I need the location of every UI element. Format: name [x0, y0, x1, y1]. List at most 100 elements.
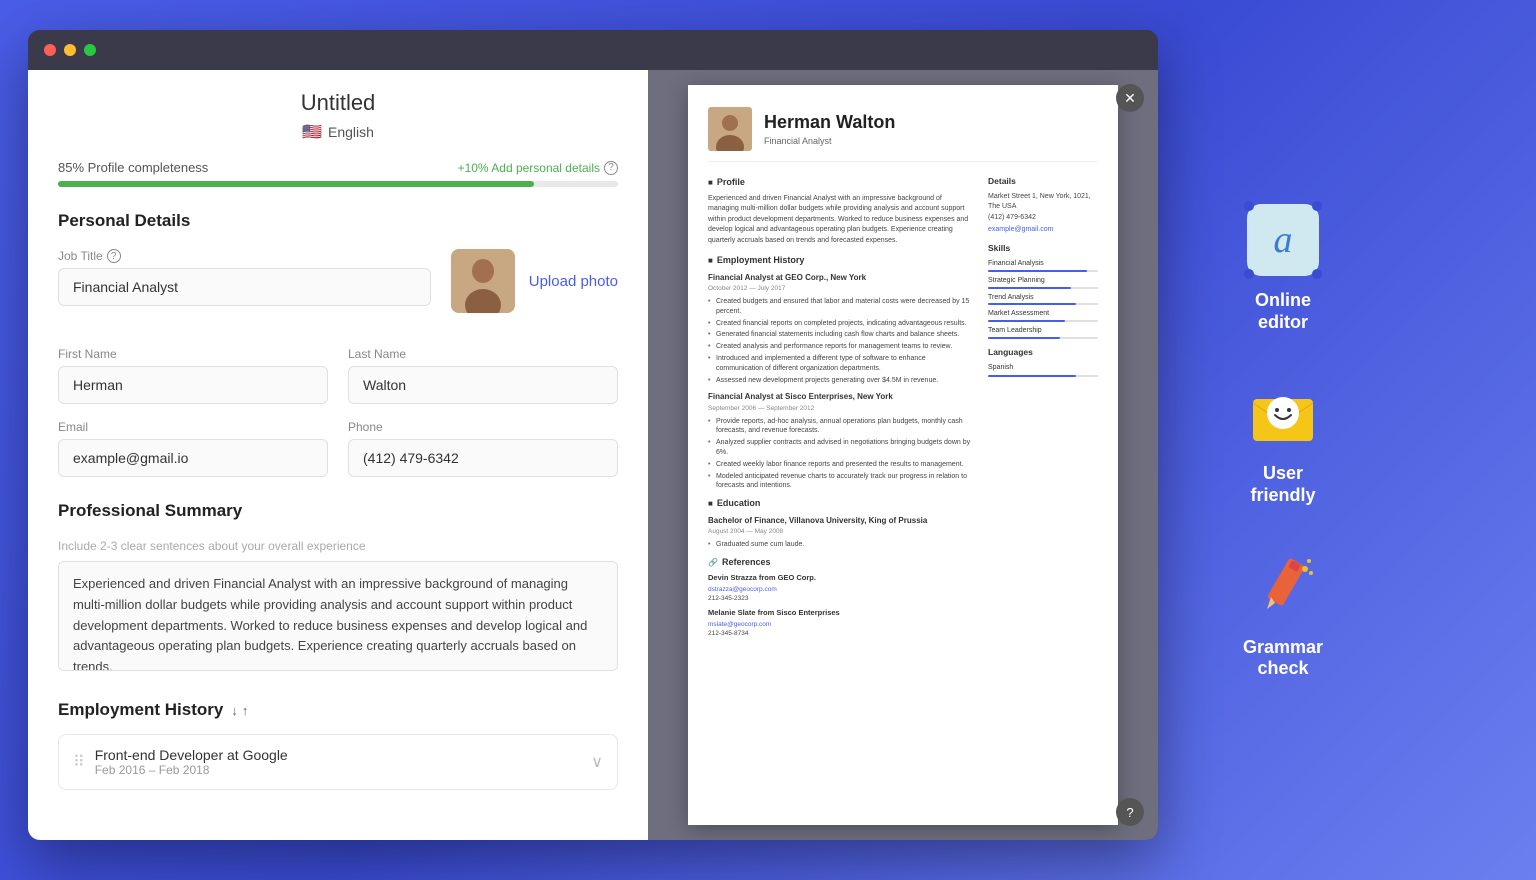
ref2-phone: 212-345-8734 [708, 629, 974, 638]
languages-list: Spanish [988, 363, 1098, 377]
emp-item: ⠿ Front-end Developer at Google Feb 2016… [58, 734, 618, 790]
lang-bar-bg [988, 375, 1098, 377]
skill-name: Strategic Planning [988, 276, 1098, 286]
editor-panel: Untitled 🇺🇸 English 85% Profile complete… [28, 70, 648, 840]
summary-placeholder-label: Include 2-3 clear sentences about your o… [58, 539, 618, 553]
corner-dot-br [1312, 269, 1322, 279]
browser-dot-close[interactable] [44, 44, 56, 56]
emp-item-title: Front-end Developer at Google [95, 747, 288, 763]
progress-bar-fill [58, 181, 534, 187]
resume-preview: Herman Walton Financial Analyst ■ Profil… [688, 85, 1118, 825]
job2-bullet: Provide reports, ad-hoc analysis, annual… [708, 417, 974, 437]
skill-bar-fill [988, 270, 1087, 272]
skill-bar-fill [988, 320, 1065, 322]
job2-bullet: Analyzed supplier contracts and advised … [708, 438, 974, 458]
feature-grammar-check: Grammarcheck [1202, 547, 1364, 680]
skill-name: Financial Analysis [988, 259, 1098, 269]
first-name-group: First Name [58, 347, 328, 404]
job2-title: Financial Analyst at Sisco Enterprises, … [708, 391, 974, 402]
flag-icon: 🇺🇸 [302, 122, 322, 142]
skill-name: Market Assessment [988, 309, 1098, 319]
profile-section-title: ■ Profile [708, 176, 974, 189]
browser-dot-minimize[interactable] [64, 44, 76, 56]
emp-item-date: Feb 2016 – Feb 2018 [95, 763, 288, 777]
ref-icon: 🔗 [708, 557, 718, 568]
close-button[interactable]: ✕ [1116, 84, 1144, 112]
summary-title: Professional Summary [58, 501, 618, 521]
progress-row: 85% Profile completeness +10% Add person… [58, 160, 618, 175]
job1-bullet: Introduced and implemented a different t… [708, 354, 974, 374]
personal-details-title: Personal Details [58, 211, 618, 231]
job1-bullets: Created budgets and ensured that labor a… [708, 297, 974, 385]
job2-bullet: Modeled anticipated revenue charts to ac… [708, 472, 974, 492]
sort-arrows[interactable]: ↓ ↑ [231, 703, 248, 718]
sidebar-email: example@gmail.com [988, 225, 1098, 235]
last-name-label: Last Name [348, 347, 618, 361]
user-friendly-icon [1247, 377, 1319, 449]
sidebar-phone: (412) 479-6342 [988, 213, 1098, 223]
skill-bar-bg [988, 320, 1098, 322]
help-button[interactable]: ? [1116, 798, 1144, 826]
ref1-email: dstrazza@geocorp.com [708, 585, 974, 594]
main-container: Untitled 🇺🇸 English 85% Profile complete… [28, 30, 1508, 850]
first-name-label: First Name [58, 347, 328, 361]
job-title-info-icon[interactable]: ? [107, 249, 121, 263]
emp-history-title: Employment History [58, 700, 223, 720]
phone-input[interactable] [348, 439, 618, 477]
email-input[interactable] [58, 439, 328, 477]
resume-avatar [708, 107, 752, 151]
progress-bar-bg [58, 181, 618, 187]
profile-text: Experienced and driven Financial Analyst… [708, 194, 974, 247]
skill-bar-fill [988, 337, 1060, 339]
resume-job-title-header: Financial Analyst [764, 135, 895, 148]
resume-main: ■ Profile Experienced and driven Financi… [708, 176, 974, 638]
profile-bullet: ■ [708, 177, 713, 188]
ref1-phone: 212-345-2323 [708, 594, 974, 603]
skill-name: Team Leadership [988, 326, 1098, 336]
language-row: 🇺🇸 English [58, 122, 618, 142]
skill-bar-bg [988, 287, 1098, 289]
job2-bullet: Created weekly labor finance reports and… [708, 460, 974, 470]
upload-photo-link[interactable]: Upload photo [529, 273, 618, 290]
progress-info-icon[interactable]: ? [604, 161, 618, 175]
job1-bullet: Generated financial statements including… [708, 330, 974, 340]
ref1-name: Devin Strazza from GEO Corp. [708, 573, 974, 584]
job1-bullet: Created financial reports on completed p… [708, 319, 974, 329]
education-section-title: ■ Education [708, 497, 974, 510]
skills-list: Financial Analysis Strategic Planning Tr… [988, 259, 1098, 339]
browser-window: Untitled 🇺🇸 English 85% Profile complete… [28, 30, 1158, 840]
edu1-note: Graduated sume cum laude. [708, 540, 974, 550]
skill-bar-bg [988, 303, 1098, 305]
job-title-input[interactable] [58, 268, 431, 306]
emp-history-bullet: ■ [708, 255, 713, 266]
edu1-date: August 2004 — May 2008 [708, 527, 974, 536]
sort-down-icon[interactable]: ↓ [231, 703, 238, 718]
emp-item-expand-icon[interactable]: ∨ [591, 752, 603, 772]
skill-name: Trend Analysis [988, 293, 1098, 303]
last-name-input[interactable] [348, 366, 618, 404]
user-friendly-label: Userfriendly [1250, 463, 1315, 506]
job2-date: September 2006 — September 2012 [708, 404, 974, 413]
browser-dot-maximize[interactable] [84, 44, 96, 56]
job1-date: October 2012 — July 2017 [708, 284, 974, 293]
resume-header: Herman Walton Financial Analyst [708, 107, 1098, 162]
edu1-title: Bachelor of Finance, Villanova Universit… [708, 515, 974, 526]
browser-content: Untitled 🇺🇸 English 85% Profile complete… [28, 70, 1158, 840]
online-editor-icon-wrap: a [1243, 200, 1323, 280]
lang-name: Spanish [988, 363, 1098, 373]
skill-item: Trend Analysis [988, 293, 1098, 306]
summary-textarea[interactable]: Experienced and driven Financial Analyst… [58, 561, 618, 671]
contact-row: Email Phone [58, 420, 618, 493]
page-title: Untitled [58, 90, 618, 116]
progress-label: 85% Profile completeness [58, 160, 208, 175]
user-friendly-icon-wrap [1243, 373, 1323, 453]
first-name-input[interactable] [58, 366, 328, 404]
preview-panel: ✕ Herman Walton [648, 70, 1158, 840]
progress-add: +10% Add personal details ? [458, 161, 618, 175]
sidebar-address: Market Street 1, New York, 1021, The USA [988, 192, 1098, 212]
skill-bar-fill [988, 287, 1071, 289]
sort-up-icon[interactable]: ↑ [242, 703, 249, 718]
skill-bar-bg [988, 337, 1098, 339]
drag-handle-icon[interactable]: ⠿ [73, 752, 85, 772]
email-group: Email [58, 420, 328, 477]
